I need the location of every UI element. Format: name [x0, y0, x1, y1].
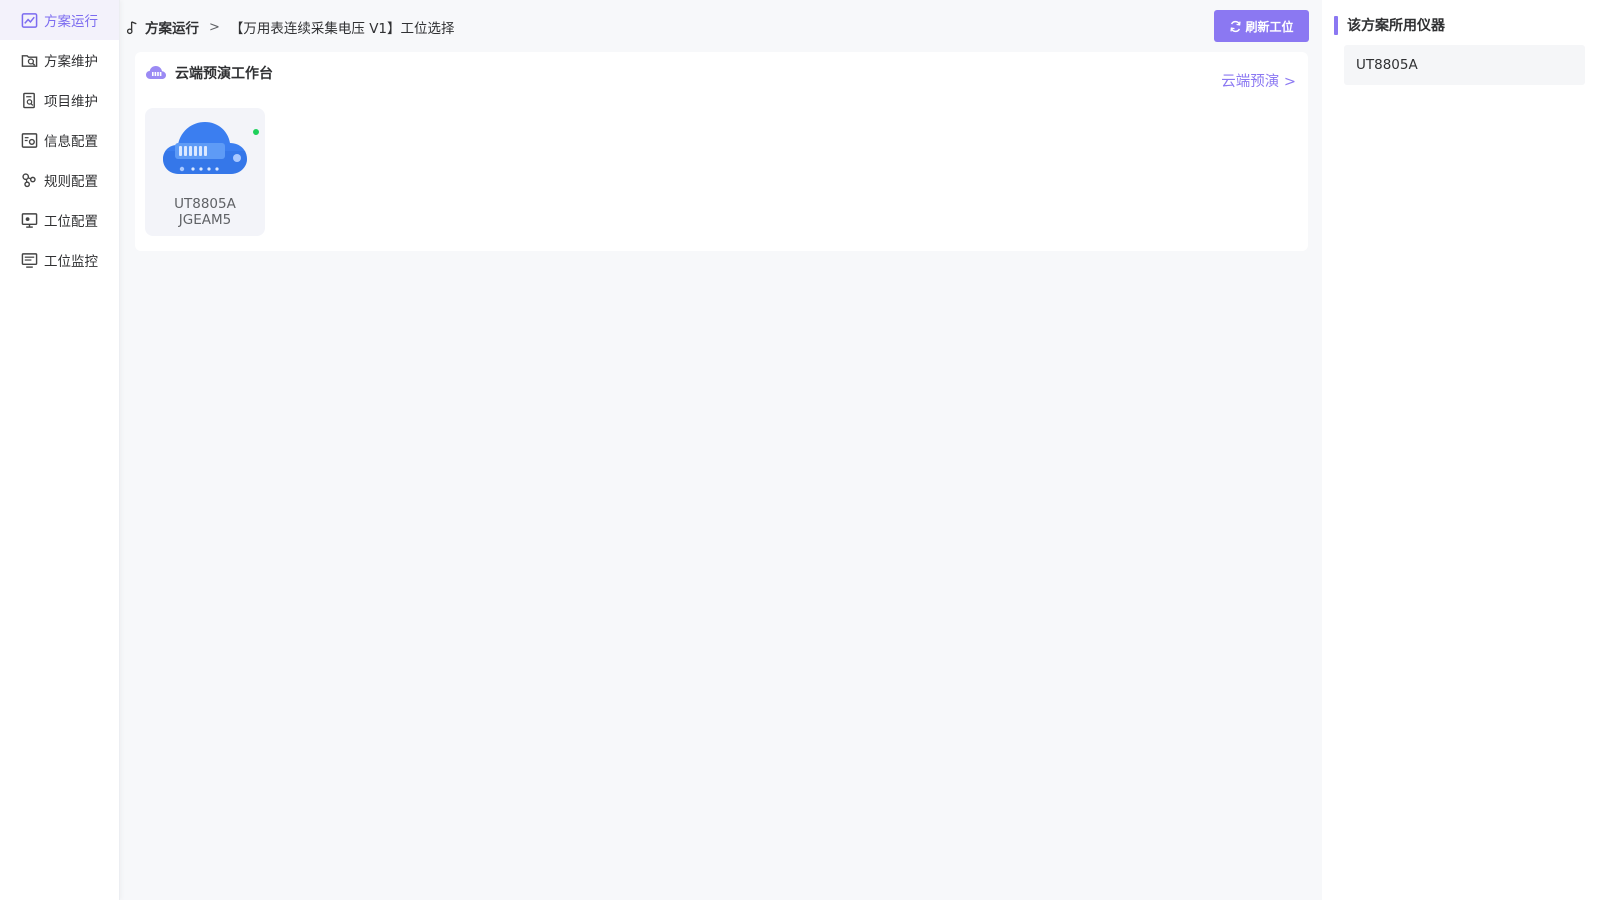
sidebar-item-station-monitor[interactable]: 工位监控 — [0, 240, 119, 280]
nodes-icon — [20, 171, 38, 189]
instrument-name: UT8805A — [1356, 57, 1418, 73]
sidebar-item-label: 信息配置 — [44, 134, 98, 150]
cloud-workbench-panel: 云端预演工作台 云端预演 > UT8805A JGEAM5 — [135, 52, 1308, 251]
monitor-list-icon — [20, 251, 38, 269]
topbar: 方案运行 > 【万用表连续采集电压 V1】工位选择 刷新工位 — [120, 0, 1322, 52]
online-status-dot — [253, 129, 259, 135]
breadcrumb-root[interactable]: 方案运行 — [145, 17, 199, 37]
accent-bar — [1334, 15, 1338, 35]
sidebar-item-station-config[interactable]: 工位配置 — [0, 200, 119, 240]
station-id: JGEAM5 — [178, 212, 232, 228]
refresh-station-button[interactable]: 刷新工位 — [1214, 10, 1309, 42]
sidebar-item-label: 方案运行 — [44, 14, 98, 30]
sidebar-item-project-maintain[interactable]: 项目维护 — [0, 80, 119, 120]
document-search-icon — [20, 91, 38, 109]
sidebar-item-label: 项目维护 — [44, 94, 98, 110]
info-settings-icon — [20, 131, 38, 149]
folder-search-icon — [20, 51, 38, 69]
sidebar-item-scheme-maintain[interactable]: 方案维护 — [0, 40, 119, 80]
sidebar-item-label: 方案维护 — [44, 54, 98, 70]
music-note-icon — [126, 20, 141, 35]
instrument-item[interactable]: UT8805A — [1344, 45, 1585, 85]
refresh-icon — [1230, 20, 1242, 32]
panel-title: 云端预演工作台 — [175, 66, 273, 82]
cloud-device-icon — [163, 122, 247, 174]
monitor-settings-icon — [20, 211, 38, 229]
sidebar-item-label: 工位配置 — [44, 214, 98, 230]
sidebar-item-info-config[interactable]: 信息配置 — [0, 120, 119, 160]
sidebar-item-label: 规则配置 — [44, 174, 98, 190]
instrument-panel-header: 该方案所用仪器 — [1334, 15, 1445, 35]
sidebar: 方案运行 方案维护 项目维护 信息配置 规则配置 工位配置 工位监控 — [0, 0, 120, 900]
refresh-button-label: 刷新工位 — [1245, 19, 1294, 34]
breadcrumb-separator: > — [209, 19, 220, 35]
panel-header: 云端预演工作台 — [145, 63, 273, 83]
station-name: UT8805A JGEAM5 — [145, 196, 265, 228]
breadcrumb-current: 【万用表连续采集电压 V1】工位选择 — [229, 21, 455, 37]
breadcrumb: 方案运行 > 【万用表连续采集电压 V1】工位选择 — [126, 17, 455, 37]
station-card[interactable]: UT8805A JGEAM5 — [145, 108, 265, 236]
main-content: 方案运行 > 【万用表连续采集电压 V1】工位选择 刷新工位 云端预演工作台 云… — [120, 0, 1322, 900]
sidebar-item-rule-config[interactable]: 规则配置 — [0, 160, 119, 200]
instrument-panel: 该方案所用仪器 UT8805A — [1322, 0, 1600, 900]
instrument-panel-title: 该方案所用仪器 — [1347, 18, 1445, 34]
cloud-icon — [146, 66, 166, 79]
sidebar-item-label: 工位监控 — [44, 254, 98, 270]
chart-line-icon — [20, 11, 38, 29]
sidebar-item-scheme-run[interactable]: 方案运行 — [0, 0, 119, 40]
station-model: UT8805A — [174, 196, 236, 212]
cloud-preview-link[interactable]: 云端预演 > — [1221, 70, 1296, 91]
